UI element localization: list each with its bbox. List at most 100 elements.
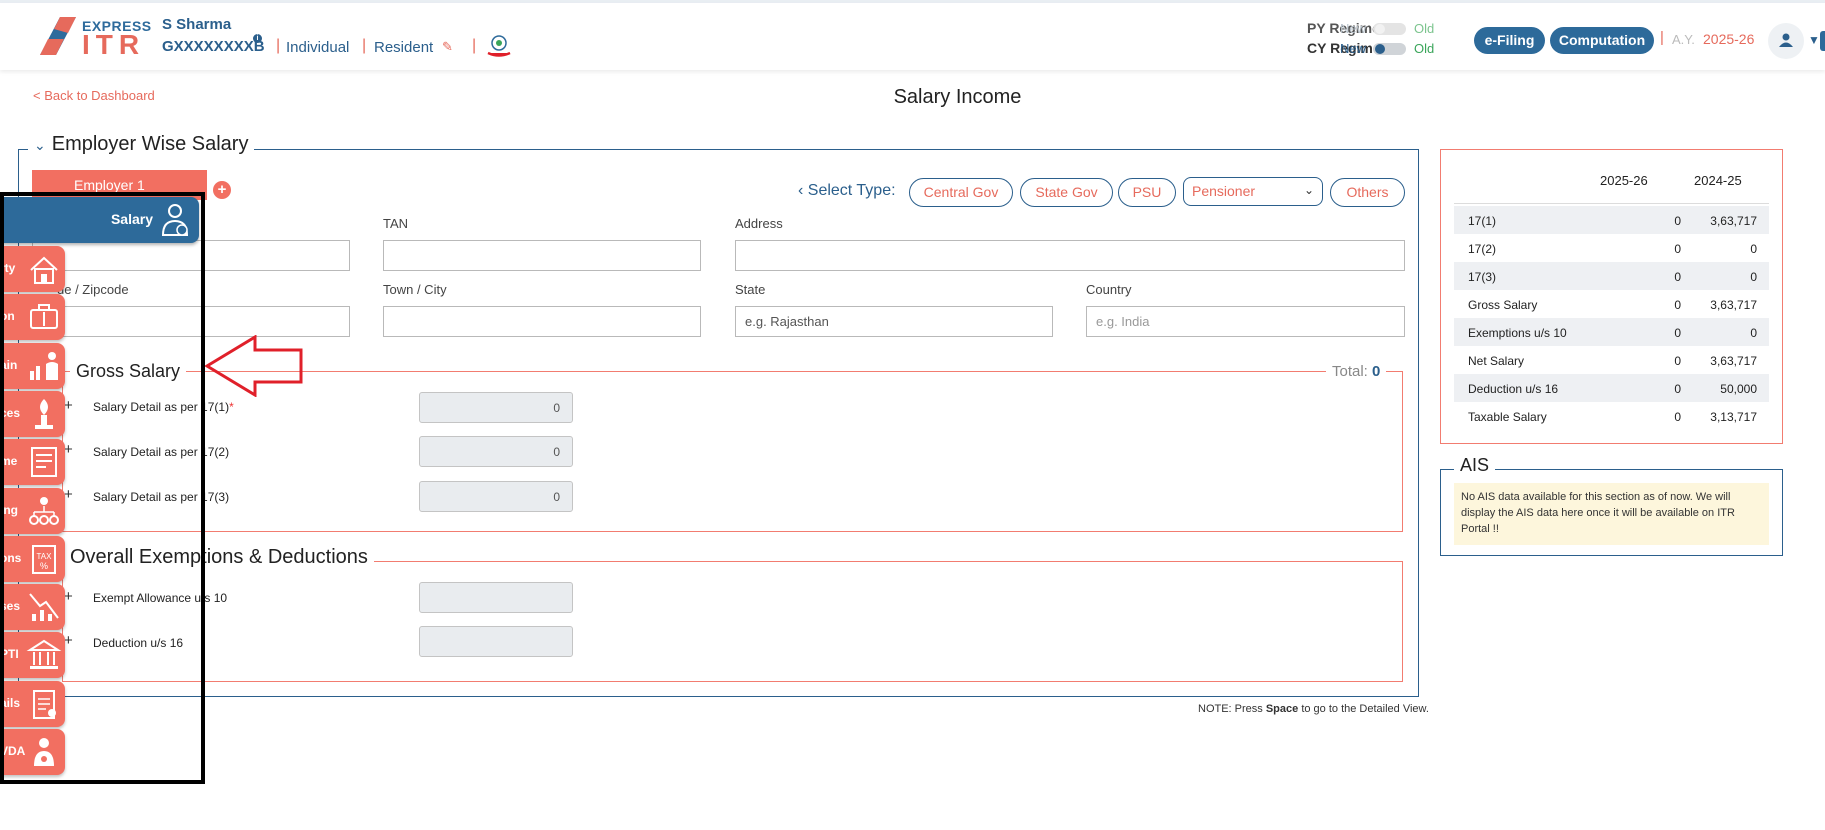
summary-row: Gross Salary 0 3,63,717 [1454, 290, 1769, 318]
highlight-frame [0, 192, 205, 784]
type-state-gov-button[interactable]: State Gov [1020, 178, 1113, 207]
chevron-down-icon[interactable]: ⌄ [34, 137, 46, 153]
cy-regime-toggle[interactable] [1373, 43, 1406, 55]
divider [1454, 203, 1769, 204]
detailed-view-note: NOTE: Press Space to go to the Detailed … [1198, 703, 1429, 715]
town-city-input[interactable] [383, 306, 701, 337]
separator: | [276, 37, 281, 54]
summary-row: Taxable Salary 0 3,13,717 [1454, 402, 1769, 430]
income-tax-emblem-icon [487, 35, 511, 57]
employer-type-value: Pensioner [1192, 183, 1256, 199]
tan-label: TAN [383, 216, 409, 231]
summary-row-cy: 0 [1674, 214, 1681, 228]
overall-exemptions-section [62, 561, 1403, 682]
summary-row-label: Exemptions u/s 10 [1468, 326, 1567, 340]
summary-row-cy: 0 [1674, 298, 1681, 312]
type-others-button[interactable]: Others [1330, 178, 1405, 207]
type-central-gov-button[interactable]: Central Gov [909, 178, 1013, 207]
edit-pencil-icon[interactable]: ✎ [442, 39, 453, 55]
summary-row-label: Taxable Salary [1468, 410, 1547, 424]
express-itr-logo[interactable]: EXPRESS ITR [40, 17, 151, 59]
summary-row-label: Gross Salary [1468, 298, 1538, 312]
user-name: S Sharma [162, 16, 232, 33]
summary-row-py: 3,13,717 [1710, 410, 1757, 424]
summary-row: 17(1) 0 3,63,717 [1454, 206, 1769, 234]
summary-row-py: 0 [1750, 270, 1757, 284]
summary-row: 17(3) 0 0 [1454, 262, 1769, 290]
summary-row-label: 17(1) [1468, 214, 1497, 228]
summary-col-cy: 2025-26 [1600, 173, 1648, 188]
user-avatar-icon[interactable] [1768, 23, 1804, 59]
salary-17-2-input[interactable]: 0 [419, 436, 573, 467]
country-label: Country [1086, 282, 1132, 297]
summary-row: 17(2) 0 0 [1454, 234, 1769, 262]
employer-type-select[interactable]: Pensioner ⌄ [1183, 177, 1323, 206]
separator: | [362, 37, 367, 54]
annotation-arrow-icon [205, 335, 303, 397]
address-label: Address [735, 216, 783, 231]
py-new-label: New [1340, 21, 1367, 36]
summary-row-label: 17(2) [1468, 242, 1497, 256]
gross-salary-total: Total: 0 [1326, 363, 1387, 380]
py-old-label: Old [1414, 21, 1435, 36]
summary-row-py: 3,63,717 [1710, 298, 1757, 312]
efiling-button[interactable]: e-Filing [1474, 27, 1545, 54]
summary-row-cy: 0 [1674, 382, 1681, 396]
summary-row: Exemptions u/s 10 0 0 [1454, 318, 1769, 346]
summary-row-cy: 0 [1674, 242, 1681, 256]
employer-tab-label: Employer 1 [74, 177, 145, 193]
address-input[interactable] [735, 240, 1405, 271]
summary-row-label: Deduction u/s 16 [1468, 382, 1559, 396]
summary-row-py: 50,000 [1720, 382, 1757, 396]
summary-row-label: 17(3) [1468, 270, 1497, 284]
type-psu-button[interactable]: PSU [1118, 178, 1176, 207]
summary-row-cy: 0 [1674, 354, 1681, 368]
summary-row-label: Net Salary [1468, 354, 1525, 368]
side-panel-tab[interactable] [1820, 31, 1825, 51]
assessment-year-value[interactable]: 2025-26 [1703, 31, 1754, 47]
ais-message: No AIS data available for this section a… [1454, 483, 1769, 545]
ais-title: AIS [1454, 455, 1496, 476]
residency-status: Resident [374, 39, 434, 56]
chevron-down-icon[interactable]: ▼ [1808, 33, 1820, 47]
assessment-year-label: A.Y. [1672, 32, 1695, 47]
select-type-label: ‹ Select Type: [798, 182, 896, 199]
cy-old-label: Old [1414, 41, 1435, 56]
salary-17-3-input[interactable]: 0 [419, 481, 573, 512]
town-city-label: Town / City [383, 282, 447, 297]
employer-section-header[interactable]: ⌄ Employer Wise Salary [28, 133, 255, 156]
chevron-down-icon: ⌄ [1303, 183, 1314, 197]
page-title: Salary Income [893, 86, 1022, 108]
summary-row-cy: 0 [1674, 270, 1681, 284]
summary-row: Net Salary 0 3,63,717 [1454, 346, 1769, 374]
logo-mark-icon [40, 17, 76, 55]
gross-salary-total-value: 0 [1372, 363, 1381, 380]
summary-col-py: 2024-25 [1694, 173, 1742, 188]
info-icon[interactable]: i [253, 34, 262, 43]
computation-button[interactable]: Computation [1550, 27, 1654, 54]
summary-row: Deduction u/s 16 0 50,000 [1454, 374, 1769, 402]
pan-number: GXXXXXXXXB [162, 38, 265, 55]
app-header: EXPRESS ITR S Sharma GXXXXXXXXB i | Indi… [0, 3, 1825, 70]
py-regime-toggle[interactable] [1373, 23, 1406, 35]
separator: | [472, 37, 477, 54]
summary-row-py: 0 [1750, 326, 1757, 340]
separator: | [1660, 29, 1664, 46]
country-input[interactable]: e.g. India [1086, 306, 1405, 337]
summary-row-py: 3,63,717 [1710, 214, 1757, 228]
tan-input[interactable] [383, 240, 701, 271]
employer-section-title: Employer Wise Salary [51, 133, 249, 155]
state-input[interactable]: e.g. Rajasthan [735, 306, 1053, 337]
summary-row-cy: 0 [1674, 410, 1681, 424]
add-employer-icon[interactable]: + [213, 181, 231, 199]
summary-row-cy: 0 [1674, 326, 1681, 340]
exempt-allowance-input[interactable] [419, 582, 573, 613]
summary-row-py: 3,63,717 [1710, 354, 1757, 368]
state-label: State [735, 282, 766, 297]
taxpayer-status: Individual [286, 39, 350, 56]
deduction-16-input[interactable] [419, 626, 573, 657]
salary-17-1-input[interactable]: 0 [419, 392, 573, 423]
cy-new-label: New [1340, 41, 1367, 56]
logo-itr-text: ITR [82, 29, 146, 60]
summary-row-py: 0 [1750, 242, 1757, 256]
